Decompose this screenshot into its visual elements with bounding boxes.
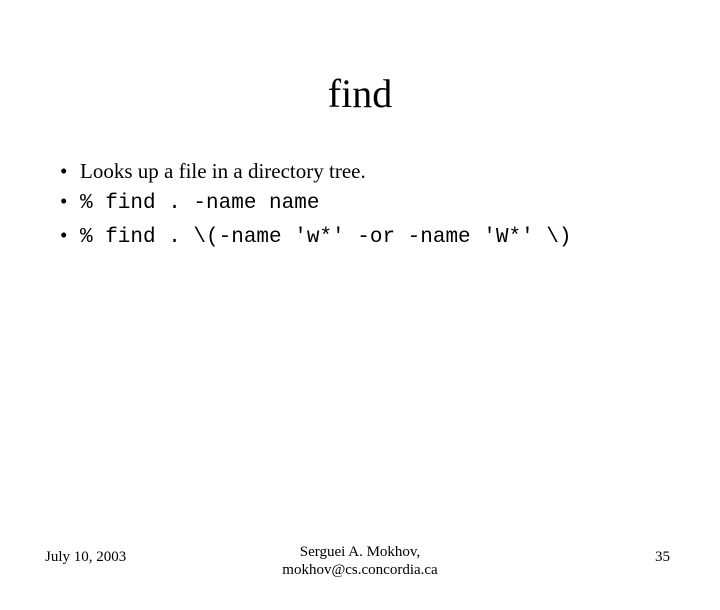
bullet-text: % find . -name name: [80, 192, 319, 215]
list-item: % find . \(-name 'w*' -or -name 'W*' \): [60, 221, 720, 252]
footer-page-number: 35: [655, 549, 670, 566]
list-item: Looks up a file in a directory tree.: [60, 157, 720, 185]
footer-author: Serguei A. Mokhov, mokhov@cs.concordia.c…: [0, 543, 720, 581]
footer-author-email: mokhov@cs.concordia.ca: [282, 562, 437, 578]
slide: find Looks up a file in a directory tree…: [0, 70, 720, 610]
bullet-text: % find . \(-name 'w*' -or -name 'W*' \): [80, 226, 571, 249]
footer-author-name: Serguei A. Mokhov,: [300, 544, 420, 560]
bullet-list: Looks up a file in a directory tree. % f…: [60, 157, 720, 252]
slide-title: find: [0, 70, 720, 117]
bullet-text: Looks up a file in a directory tree.: [80, 159, 366, 183]
list-item: % find . -name name: [60, 187, 720, 218]
